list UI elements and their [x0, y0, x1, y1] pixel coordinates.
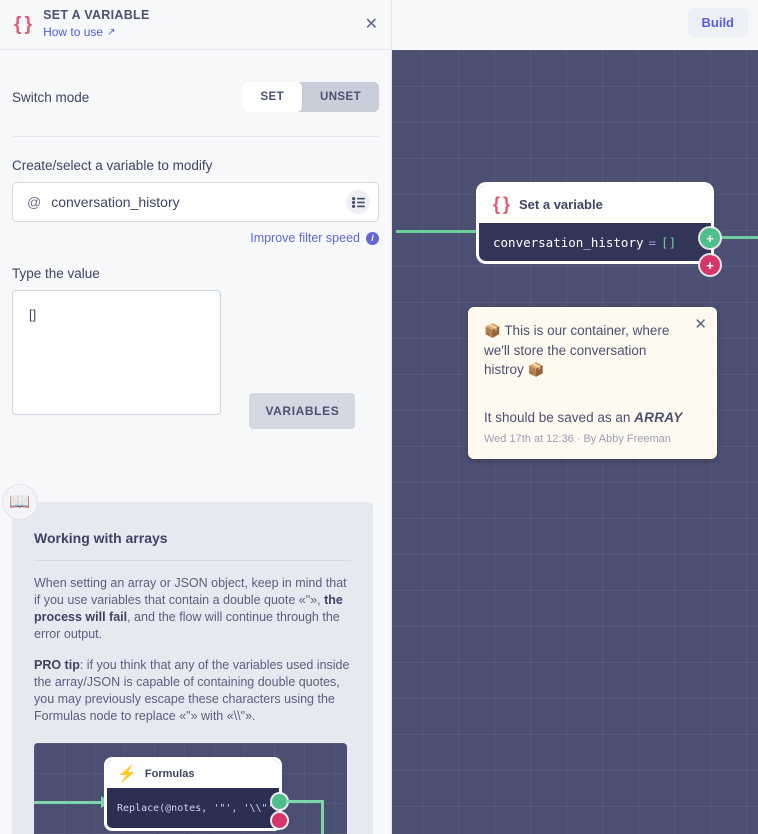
incoming-connection-arrow	[396, 224, 491, 238]
at-symbol-icon: @	[27, 194, 42, 210]
canvas-comment-note[interactable]: ✕ 📦 This is our container, where we'll s…	[468, 307, 717, 459]
variable-select-input[interactable]: @ conversation_history	[12, 182, 379, 222]
node-variable-name: conversation_history	[493, 234, 644, 250]
open-book-icon: 📖	[2, 484, 38, 520]
variables-button[interactable]: VARIABLES	[249, 393, 356, 429]
help-p2-bold: PRO tip	[34, 658, 80, 672]
note-emphasis-prefix: It should be saved as an	[484, 409, 635, 425]
illustration-wire-right	[286, 800, 324, 803]
help-card: 📖 Working with arrays When setting an ar…	[2, 484, 373, 834]
panel-close-icon[interactable]: ✕	[365, 14, 378, 34]
note-emphasis-word: ARRAY	[634, 409, 683, 425]
help-paragraph-2: PRO tip: if you think that any of the va…	[34, 657, 351, 725]
help-paragraph-1: When setting an array or JSON object, ke…	[34, 575, 351, 643]
node-error-port[interactable]: +	[700, 255, 720, 275]
illustration-error-port	[272, 813, 287, 828]
node-success-port[interactable]: +	[700, 228, 720, 248]
variable-field-label: Create/select a variable to modify	[12, 158, 213, 173]
mode-set-button[interactable]: SET	[242, 82, 303, 112]
list-icon[interactable]	[346, 190, 370, 214]
node-variable-value: []	[661, 234, 677, 250]
switch-mode-label: Switch mode	[12, 89, 90, 105]
build-button[interactable]: Build	[687, 8, 748, 37]
switch-mode-toggle[interactable]: SET UNSET	[242, 82, 379, 112]
panel-divider	[12, 136, 379, 137]
improve-filter-speed-link[interactable]: Improve filter speed	[250, 231, 360, 245]
illustration-formulas-node: ⚡ Formulas Replace(@notes, '"', '\\"')	[107, 760, 279, 828]
help-p1-part-a: When setting an array or JSON object, ke…	[34, 576, 347, 607]
how-to-use-link[interactable]: How to use ↗︎	[43, 25, 115, 39]
help-p2-rest: : if you think that any of the variables…	[34, 658, 350, 723]
variable-select-value: conversation_history	[51, 194, 180, 210]
set-a-variable-node[interactable]: { } Set a variable conversation_history …	[479, 185, 711, 261]
panel-title: SET A VARIABLE	[43, 8, 150, 22]
illustration-success-port	[272, 794, 287, 809]
node-header: { } Set a variable	[479, 185, 711, 223]
braces-icon: { }	[493, 193, 510, 214]
illustration-wire-vertical	[321, 800, 324, 834]
illustration-node-code: Replace(@notes, '"', '\\"')	[117, 802, 279, 814]
outgoing-connection-line	[718, 236, 758, 239]
value-field-label: Type the value	[12, 266, 100, 281]
how-to-use-label: How to use	[43, 25, 104, 39]
switch-mode-row: Switch mode SET UNSET	[0, 82, 391, 112]
info-icon[interactable]: i	[366, 231, 379, 245]
mode-unset-button[interactable]: UNSET	[302, 82, 379, 112]
node-equals-sign: =	[648, 234, 657, 250]
illustration-node-header: ⚡ Formulas	[107, 760, 279, 788]
set-variable-settings-panel[interactable]: { } SET A VARIABLE How to use ↗︎ ✕ Switc…	[0, 0, 392, 834]
note-meta: Wed 17th at 12:36 · By Abby Freeman	[484, 432, 671, 445]
node-body: conversation_history = []	[479, 223, 711, 261]
panel-header: { } SET A VARIABLE How to use ↗︎ ✕	[0, 0, 391, 50]
node-title: Set a variable	[519, 196, 603, 212]
value-textarea[interactable]	[12, 290, 221, 415]
note-close-icon[interactable]: ✕	[694, 315, 707, 333]
illustration-node-title: Formulas	[144, 768, 195, 780]
note-text: 📦 This is our container, where we'll sto…	[484, 323, 670, 377]
help-card-title: Working with arrays	[34, 530, 351, 561]
note-emphasis-line: It should be saved as an ARRAY	[484, 410, 699, 425]
lightning-icon: ⚡	[117, 766, 137, 783]
improve-filter-speed-row: Improve filter speed i	[12, 231, 379, 245]
external-link-icon: ↗︎	[107, 26, 116, 38]
help-illustration: ⚡ Formulas Replace(@notes, '"', '\\"')	[34, 743, 347, 834]
braces-icon: { }	[14, 13, 32, 35]
illustration-incoming-arrow	[34, 796, 111, 808]
